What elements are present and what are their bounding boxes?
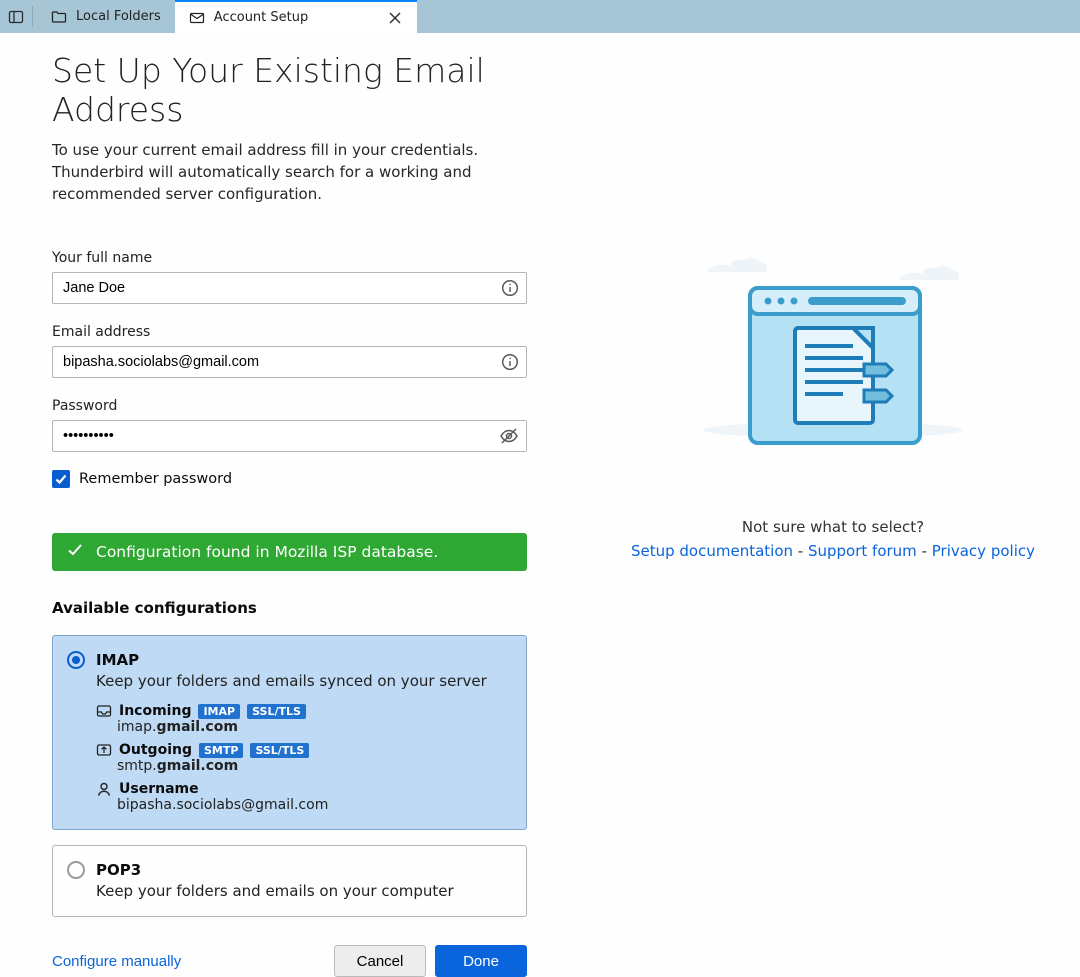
help-links: Setup documentation - Support forum - Pr…: [623, 542, 1043, 560]
tab-bar: Local Folders Account Setup: [0, 0, 1080, 33]
check-icon: [66, 541, 84, 563]
inbox-icon: [96, 703, 112, 719]
page-title: Set Up Your Existing Email Address: [52, 51, 527, 129]
setup-docs-link[interactable]: Setup documentation: [631, 542, 793, 560]
close-icon[interactable]: [387, 10, 403, 26]
illustration: [623, 238, 1043, 448]
config-username: bipasha.sociolabs@gmail.com: [117, 797, 512, 813]
radio-selected-icon[interactable]: [67, 651, 85, 669]
pop3-title: POP3: [96, 861, 141, 879]
pop3-config-card[interactable]: POP3 Keep your folders and emails on you…: [52, 845, 527, 917]
password-label: Password: [52, 398, 527, 414]
imap-desc: Keep your folders and emails synced on y…: [96, 672, 512, 690]
incoming-host: imap.gmail.com: [117, 719, 512, 735]
done-button[interactable]: Done: [435, 945, 527, 977]
remember-password-checkbox[interactable]: Remember password: [52, 470, 527, 488]
available-configs-header: Available configurations: [52, 599, 527, 617]
imap-config-card[interactable]: IMAP Keep your folders and emails synced…: [52, 635, 527, 830]
cancel-button[interactable]: Cancel: [334, 945, 426, 977]
support-forum-link[interactable]: Support forum: [808, 542, 917, 560]
page-subtitle: To use your current email address fill i…: [52, 139, 527, 205]
tab-label: Local Folders: [76, 9, 161, 24]
eye-off-icon[interactable]: [499, 426, 519, 446]
tab-label: Account Setup: [214, 10, 308, 25]
radio-unselected-icon[interactable]: [67, 861, 85, 879]
mail-setup-icon: [189, 10, 205, 26]
outbox-icon: [96, 742, 112, 758]
success-banner: Configuration found in Mozilla ISP datab…: [52, 533, 527, 571]
tab-local-folders[interactable]: Local Folders: [37, 0, 175, 33]
password-input[interactable]: [52, 420, 527, 452]
name-label: Your full name: [52, 250, 527, 266]
info-icon[interactable]: [501, 353, 519, 371]
privacy-policy-link[interactable]: Privacy policy: [932, 542, 1035, 560]
help-question: Not sure what to select?: [623, 518, 1043, 536]
pop3-desc: Keep your folders and emails on your com…: [96, 882, 512, 900]
configure-manually-link[interactable]: Configure manually: [52, 953, 181, 970]
folder-icon: [51, 9, 67, 25]
imap-title: IMAP: [96, 651, 139, 669]
user-icon: [96, 781, 112, 797]
checkbox-checked-icon: [52, 470, 70, 488]
info-icon[interactable]: [501, 279, 519, 297]
remember-password-label: Remember password: [79, 471, 232, 487]
outgoing-host: smtp.gmail.com: [117, 758, 512, 774]
tab-account-setup[interactable]: Account Setup: [175, 0, 417, 33]
spaces-toolbar-toggle[interactable]: [0, 0, 32, 33]
name-input[interactable]: [52, 272, 527, 304]
email-input[interactable]: [52, 346, 527, 378]
success-text: Configuration found in Mozilla ISP datab…: [96, 543, 438, 561]
email-label: Email address: [52, 324, 527, 340]
